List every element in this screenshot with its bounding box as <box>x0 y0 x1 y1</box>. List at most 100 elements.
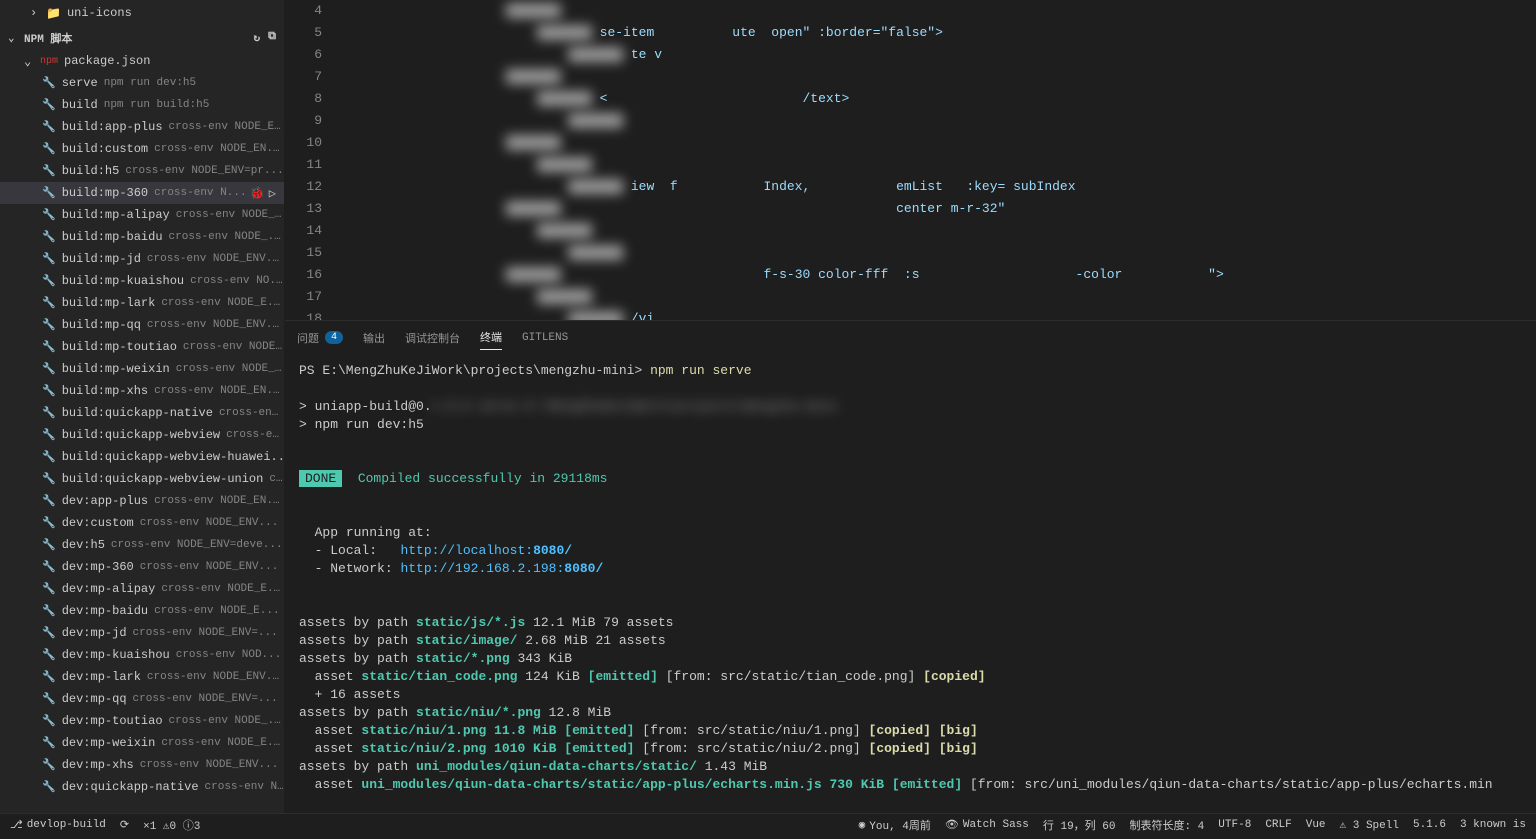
statusbar: ⎇ devlop-build ⟳ ×1 ⚠0 ⓘ3 ◉ You, 4周前 👁 W… <box>0 813 1536 835</box>
refresh-icon[interactable]: ↻ <box>254 31 261 45</box>
debug-icon[interactable]: 🐞 <box>250 186 265 201</box>
eol[interactable]: CRLF <box>1265 819 1291 831</box>
asset-line: assets by path static/*.png 343 KiB <box>299 650 1522 668</box>
asset-line: + 16 assets <box>299 686 1522 704</box>
spell-check[interactable]: ⚠ 3 Spell <box>1340 818 1399 832</box>
wrench-icon: 🔧 <box>42 406 56 420</box>
script-dev:custom[interactable]: 🔧dev:customcross-env NODE_ENV... <box>0 512 284 534</box>
script-build:mp-weixin[interactable]: 🔧build:mp-weixincross-env NODE_... <box>0 358 284 380</box>
wrench-icon: 🔧 <box>42 692 56 706</box>
script-build:mp-toutiao[interactable]: 🔧build:mp-toutiaocross-env NODE... <box>0 336 284 358</box>
package-json-item[interactable]: ⌄ npm package.json <box>0 50 284 72</box>
script-build:custom[interactable]: 🔧build:customcross-env NODE_EN... <box>0 138 284 160</box>
script-dev:mp-xhs[interactable]: 🔧dev:mp-xhscross-env NODE_ENV... <box>0 754 284 776</box>
wrench-icon: 🔧 <box>42 736 56 750</box>
tab-gitlens[interactable]: GITLENS <box>522 328 568 348</box>
script-build:mp-alipay[interactable]: 🔧build:mp-alipaycross-env NODE_... <box>0 204 284 226</box>
package-json-label: package.json <box>64 54 150 68</box>
run-icon[interactable]: ▷ <box>269 186 276 201</box>
section-label: NPM 脚本 <box>24 30 72 46</box>
script-build:mp-kuaishou[interactable]: 🔧build:mp-kuaishoucross-env NO... <box>0 270 284 292</box>
encoding[interactable]: UTF-8 <box>1218 819 1251 831</box>
tab-debug[interactable]: 调试控制台 <box>405 326 460 350</box>
wrench-icon: 🔧 <box>42 384 56 398</box>
wrench-icon: 🔧 <box>42 472 56 486</box>
npm-scripts-header[interactable]: ⌄ NPM 脚本 ↻ ⧉ <box>0 26 284 50</box>
script-build:quickapp-webview-union[interactable]: 🔧build:quickapp-webview-unionc... <box>0 468 284 490</box>
script-dev:app-plus[interactable]: 🔧dev:app-pluscross-env NODE_EN... <box>0 490 284 512</box>
script-build:mp-qq[interactable]: 🔧build:mp-qqcross-env NODE_ENV... <box>0 314 284 336</box>
asset-line: assets by path static/js/*.js 12.1 MiB 7… <box>299 614 1522 632</box>
script-build:quickapp-webview[interactable]: 🔧build:quickapp-webviewcross-en... <box>0 424 284 446</box>
wrench-icon: 🔧 <box>42 538 56 552</box>
script-serve[interactable]: 🔧servenpm run dev:h5 <box>0 72 284 94</box>
tab-terminal[interactable]: 终端 <box>480 325 502 350</box>
script-dev:mp-baidu[interactable]: 🔧dev:mp-baiducross-env NODE_E... <box>0 600 284 622</box>
script-dev:mp-qq[interactable]: 🔧dev:mp-qqcross-env NODE_ENV=... <box>0 688 284 710</box>
wrench-icon: 🔧 <box>42 362 56 376</box>
script-build:quickapp-webview-huawei...[interactable]: 🔧build:quickapp-webview-huawei... <box>0 446 284 468</box>
script-dev:mp-360[interactable]: 🔧dev:mp-360cross-env NODE_ENV... <box>0 556 284 578</box>
language-mode[interactable]: Vue <box>1306 819 1326 831</box>
script-dev:mp-weixin[interactable]: 🔧dev:mp-weixincross-env NODE_E... <box>0 732 284 754</box>
wrench-icon: 🔧 <box>42 670 56 684</box>
script-dev:mp-toutiao[interactable]: 🔧dev:mp-toutiaocross-env NODE_... <box>0 710 284 732</box>
asset-line: asset static/niu/2.png 1010 KiB [emitted… <box>299 740 1522 758</box>
done-badge: DONE <box>299 470 342 487</box>
wrench-icon: 🔧 <box>42 604 56 618</box>
collapse-icon[interactable]: ⧉ <box>268 31 276 45</box>
script-build:mp-lark[interactable]: 🔧build:mp-larkcross-env NODE_E... <box>0 292 284 314</box>
problems-indicator[interactable]: ×1 ⚠0 ⓘ3 <box>143 817 200 833</box>
wrench-icon: 🔧 <box>42 230 56 244</box>
code-editor[interactable]: ███████ ███████ se-item ute open" :borde… <box>340 0 1536 320</box>
sync-icon[interactable]: ⟳ <box>120 818 129 832</box>
script-build:mp-jd[interactable]: 🔧build:mp-jdcross-env NODE_ENV... <box>0 248 284 270</box>
cursor-position[interactable]: 行 19，列 60 <box>1043 817 1116 833</box>
wrench-icon: 🔧 <box>42 560 56 574</box>
sidebar: › 📁 uni-icons ⌄ NPM 脚本 ↻ ⧉ ⌄ npm package… <box>0 0 285 813</box>
script-build:mp-baidu[interactable]: 🔧build:mp-baiducross-env NODE_... <box>0 226 284 248</box>
wrench-icon: 🔧 <box>42 252 56 266</box>
script-dev:mp-jd[interactable]: 🔧dev:mp-jdcross-env NODE_ENV=... <box>0 622 284 644</box>
script-dev:mp-kuaishou[interactable]: 🔧dev:mp-kuaishoucross-env NOD... <box>0 644 284 666</box>
script-dev:h5[interactable]: 🔧dev:h5cross-env NODE_ENV=deve... <box>0 534 284 556</box>
git-blame[interactable]: ◉ You, 4周前 <box>859 817 931 833</box>
version[interactable]: 5.1.6 <box>1413 819 1446 831</box>
wrench-icon: 🔧 <box>42 648 56 662</box>
chevron-right-icon: › <box>30 6 42 20</box>
asset-line: asset static/tian_code.png 124 KiB [emit… <box>299 668 1522 686</box>
script-build:quickapp-native[interactable]: 🔧build:quickapp-nativecross-en ... <box>0 402 284 424</box>
line-gutter: 456789101112131415161718 <box>285 0 340 320</box>
asset-line: asset uni_modules/qiun-data-charts/stati… <box>299 776 1522 794</box>
asset-line: assets by path static/niu/*.png 12.8 MiB <box>299 704 1522 722</box>
npm-icon: npm <box>40 56 58 67</box>
wrench-icon: 🔧 <box>42 274 56 288</box>
wrench-icon: 🔧 <box>42 142 56 156</box>
tab-output[interactable]: 输出 <box>363 326 385 350</box>
wrench-icon: 🔧 <box>42 186 56 200</box>
tab-problems[interactable]: 问题 4 <box>297 326 343 350</box>
wrench-icon: 🔧 <box>42 318 56 332</box>
script-dev:mp-lark[interactable]: 🔧dev:mp-larkcross-env NODE_ENV... <box>0 666 284 688</box>
script-dev:mp-alipay[interactable]: 🔧dev:mp-alipaycross-env NODE_E... <box>0 578 284 600</box>
wrench-icon: 🔧 <box>42 494 56 508</box>
bottom-panel: 问题 4 输出 调试控制台 终端 GITLENS PS E:\MengZhuKe… <box>285 320 1536 813</box>
wrench-icon: 🔧 <box>42 516 56 530</box>
wrench-icon: 🔧 <box>42 450 56 464</box>
script-build:mp-360[interactable]: 🔧build:mp-360cross-env N...🐞 ▷ <box>0 182 284 204</box>
problems-badge: 4 <box>325 331 343 344</box>
known-issues[interactable]: 3 known is <box>1460 819 1526 831</box>
script-build:app-plus[interactable]: 🔧build:app-pluscross-env NODE_E... <box>0 116 284 138</box>
script-build[interactable]: 🔧buildnpm run build:h5 <box>0 94 284 116</box>
wrench-icon: 🔧 <box>42 120 56 134</box>
chevron-down-icon: ⌄ <box>8 31 20 45</box>
script-build:mp-xhs[interactable]: 🔧build:mp-xhscross-env NODE_EN... <box>0 380 284 402</box>
script-build:h5[interactable]: 🔧build:h5cross-env NODE_ENV=pr... <box>0 160 284 182</box>
script-dev:quickapp-native[interactable]: 🔧dev:quickapp-nativecross-env N... <box>0 776 284 798</box>
terminal-output[interactable]: PS E:\MengZhuKeJiWork\projects\mengzhu-m… <box>285 354 1536 813</box>
folder-uni-icons[interactable]: › 📁 uni-icons <box>0 2 284 24</box>
watch-sass[interactable]: 👁 Watch Sass <box>945 818 1029 832</box>
wrench-icon: 🔧 <box>42 208 56 222</box>
tab-size[interactable]: 制表符长度: 4 <box>1129 817 1204 833</box>
branch-indicator[interactable]: ⎇ devlop-build <box>10 818 106 832</box>
